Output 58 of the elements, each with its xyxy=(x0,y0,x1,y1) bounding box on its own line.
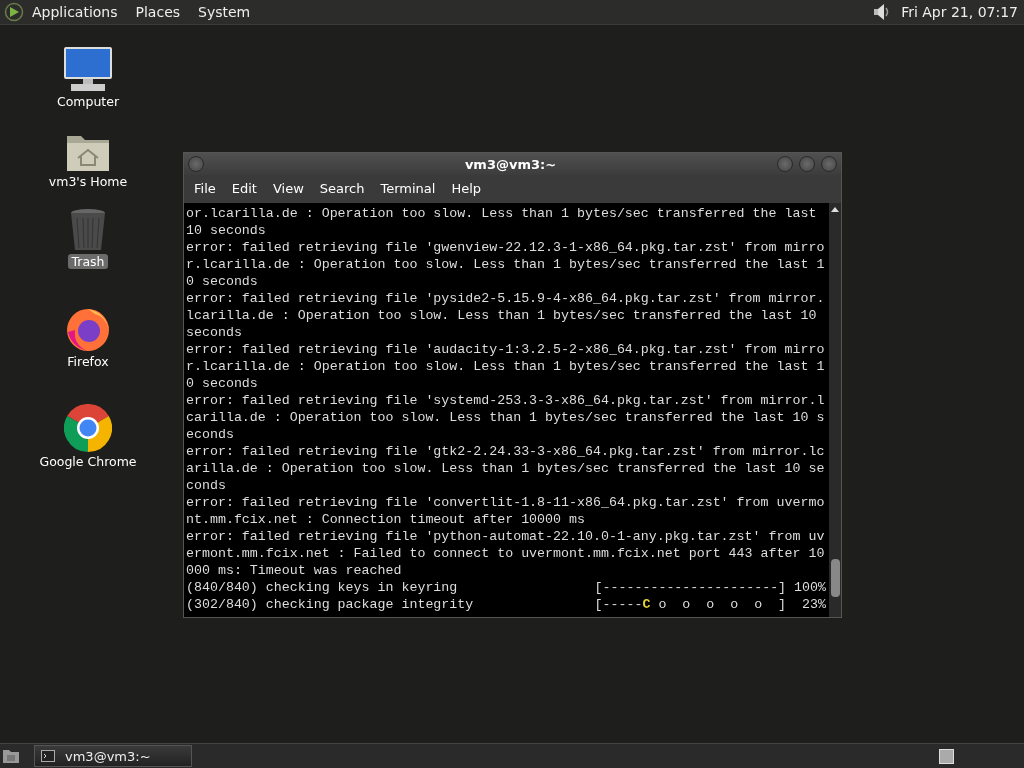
menu-item[interactable]: Edit xyxy=(225,179,263,198)
terminal-line: r.lcarilla.de : Operation too slow. Less than 1 bytes/sec transferred the last 1 xyxy=(186,358,825,375)
chrome-icon[interactable] xyxy=(64,404,112,452)
scrollbar[interactable] xyxy=(829,203,841,617)
scroll-thumb[interactable] xyxy=(830,559,840,597)
terminal-line: error: failed retrieving file 'gwenview-22.12.3-1-x86_64.pkg.tar.zst' from mirro xyxy=(186,239,825,256)
progress-text: [----------------------] 100% xyxy=(594,579,826,596)
firefox-icon[interactable] xyxy=(65,306,111,352)
menu-item[interactable]: View xyxy=(266,179,310,198)
desktop-icon-label[interactable]: Google Chrome xyxy=(36,454,140,469)
menu-item[interactable]: Search xyxy=(313,179,371,198)
terminal-line: error: failed retrieving file 'convertlit-1.8-11-x86_64.pkg.tar.zst' from uvermo xyxy=(186,494,825,511)
window-title: vm3@vm3:~ xyxy=(463,156,558,172)
terminal-line: error: failed retrieving file 'systemd-253.3-3-x86_64.pkg.tar.zst' from mirror.l xyxy=(186,392,825,409)
terminal-line: 10 seconds xyxy=(186,222,266,239)
taskbar-button[interactable]: vm3@vm3:~ xyxy=(34,745,192,767)
terminal-line: nt.mm.fcix.net : Connection timeout after 10000 ms xyxy=(186,511,585,528)
scroll-up-icon[interactable] xyxy=(830,205,840,213)
terminal-line: r.lcarilla.de : Operation too slow. Less than 1 bytes/sec transferred the last 1 xyxy=(186,256,825,273)
terminal-line: econds xyxy=(186,426,234,443)
terminal-line: 0 seconds xyxy=(186,375,258,392)
close-button[interactable] xyxy=(821,156,837,172)
terminal-line: 000 ms: Timeout was reached xyxy=(186,562,402,579)
desktop-icon-label[interactable]: Trash xyxy=(68,254,108,269)
desktop-icon-label[interactable]: Firefox xyxy=(64,354,112,369)
clock[interactable]: Fri Apr 21, 07:17 xyxy=(901,4,1018,20)
menu-item[interactable]: Terminal xyxy=(374,179,442,198)
progress-text: [-----C o o o o o ] 23% xyxy=(594,596,826,613)
terminal-line: arilla.de : Operation too slow. Less than 1 bytes/sec transferred the last 10 se xyxy=(186,460,825,477)
panel-menu[interactable]: Applications xyxy=(32,4,118,20)
window-menu-button[interactable] xyxy=(188,156,204,172)
terminal-line: (840/840) checking keys in keyring xyxy=(186,579,458,596)
terminal-line: error: failed retrieving file 'audacity-1:3.2.5-2-x86_64.pkg.tar.zst' from mirro xyxy=(186,341,825,358)
terminal-line: (302/840) checking package integrity xyxy=(186,596,474,613)
desktop-icon-label[interactable]: Computer xyxy=(53,94,123,109)
show-desktop-icon[interactable] xyxy=(2,748,20,764)
terminal-line: 0 seconds xyxy=(186,273,258,290)
terminal-line: error: failed retrieving file 'gtk2-2.24.33-3-x86_64.pkg.tar.zst' from mirror.lc xyxy=(186,443,825,460)
terminal-icon xyxy=(41,750,55,762)
menu-item[interactable]: File xyxy=(188,179,222,198)
terminal-line: error: failed retrieving file 'python-automat-22.10.0-1-any.pkg.tar.zst' from uv xyxy=(186,528,825,545)
workspace-switcher[interactable] xyxy=(939,748,954,764)
terminal-line: or.lcarilla.de : Operation too slow. Less than 1 bytes/sec transferred the last xyxy=(186,205,817,222)
panel-menu[interactable]: Places xyxy=(135,4,181,20)
minimize-button[interactable] xyxy=(777,156,793,172)
terminal-line: lcarilla.de : Operation too slow. Less than 1 bytes/sec transferred the last 10 xyxy=(186,307,817,324)
terminal-line: seconds xyxy=(186,324,242,341)
maximize-button[interactable] xyxy=(799,156,815,172)
terminal-line: carilla.de : Operation too slow. Less than 1 bytes/sec transferred the last 10 s xyxy=(186,409,825,426)
desktop-icon-label[interactable]: vm3's Home xyxy=(45,174,131,189)
menu-item[interactable]: Help xyxy=(445,179,488,198)
terminal-line: error: failed retrieving file 'pyside2-5.15.9-4-x86_64.pkg.tar.zst' from mirror. xyxy=(186,290,825,307)
monitor-icon[interactable] xyxy=(63,46,113,92)
trash-icon[interactable] xyxy=(69,208,107,252)
terminal-line: ermont.mm.fcix.net : Failed to connect to uvermont.mm.fcix.net port 443 after 10 xyxy=(186,545,825,562)
terminal-line: conds xyxy=(186,477,226,494)
panel-menu[interactable]: System xyxy=(198,4,251,20)
app-menu-icon[interactable] xyxy=(4,2,24,22)
